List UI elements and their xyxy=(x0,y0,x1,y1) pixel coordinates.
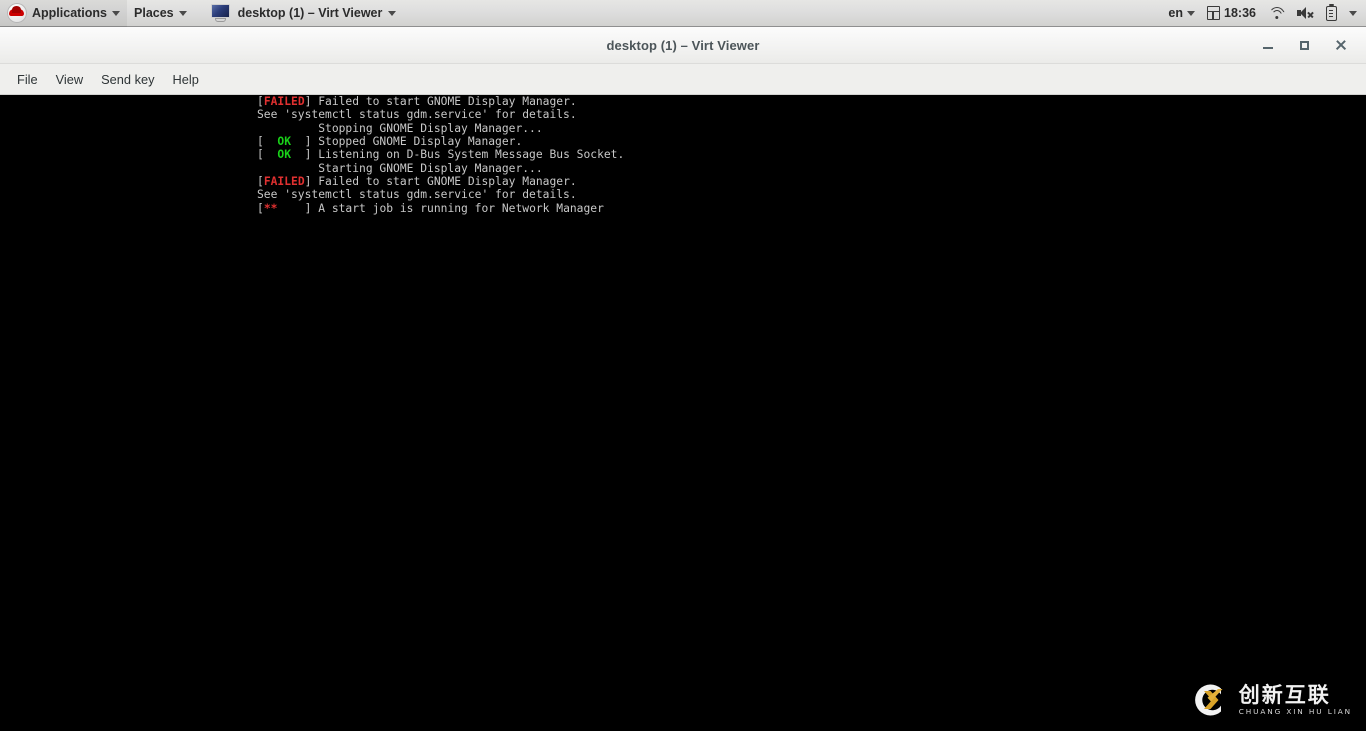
console-segment: Stopping GNOME Display Manager... xyxy=(257,121,543,135)
console-segment: [ xyxy=(257,201,264,215)
console-segment: [ xyxy=(257,175,264,189)
calendar-icon xyxy=(1207,6,1221,20)
tray-battery[interactable] xyxy=(1321,0,1342,27)
console-segment: See 'systemctl status gdm.service' for d… xyxy=(257,188,577,202)
tray-language-indicator[interactable]: en xyxy=(1163,0,1200,27)
console-line: [** ] A start job is running for Network… xyxy=(257,202,624,215)
gnome-top-panel: Applications Places desktop (1) – Virt V… xyxy=(0,0,1366,27)
tray-language-label: en xyxy=(1168,6,1184,20)
console-line: [ OK ] Listening on D-Bus System Message… xyxy=(257,148,624,161)
console-segment: OK xyxy=(277,135,292,149)
tray-clock-label: 18:36 xyxy=(1224,6,1256,20)
chevron-down-icon xyxy=(112,10,121,16)
monitor-icon xyxy=(210,3,232,23)
watermark-text: 创新互联 CHUANG XIN HU LIAN xyxy=(1238,682,1352,716)
speaker-muted-icon xyxy=(1297,6,1314,20)
console-line: Starting GNOME Display Manager... xyxy=(257,162,624,175)
watermark-chinese: 创新互联 xyxy=(1238,682,1331,707)
menu-file[interactable]: File xyxy=(8,68,47,91)
console-line: See 'systemctl status gdm.service' for d… xyxy=(257,108,624,121)
maximize-icon[interactable] xyxy=(1296,36,1314,54)
chevron-down-icon xyxy=(178,10,187,16)
applications-menu[interactable]: Applications xyxy=(0,0,128,27)
system-tray: en 18:36 xyxy=(1163,0,1366,27)
window-title: desktop (1) – Virt Viewer xyxy=(606,37,760,53)
console-segment: ] Failed to start GNOME Display Manager. xyxy=(304,175,577,189)
close-icon[interactable] xyxy=(1332,36,1350,54)
wifi-icon xyxy=(1268,6,1285,20)
console-line: [ OK ] Stopped GNOME Display Manager. xyxy=(257,135,624,148)
taskbar-window-virt-viewer[interactable]: desktop (1) – Virt Viewer xyxy=(206,2,405,25)
console-segment: [ xyxy=(257,95,264,108)
minimize-icon[interactable] xyxy=(1260,36,1278,54)
menu-view[interactable]: View xyxy=(47,68,93,91)
console-segment: [ xyxy=(257,135,278,149)
cx-logo-icon xyxy=(1188,679,1230,721)
watermark-pinyin: CHUANG XIN HU LIAN xyxy=(1238,706,1352,716)
console-line: [FAILED] Failed to start GNOME Display M… xyxy=(257,95,624,108)
window-controls xyxy=(1260,36,1366,54)
tray-clock[interactable]: 18:36 xyxy=(1202,0,1261,27)
console-line: Stopping GNOME Display Manager... xyxy=(257,122,624,135)
chevron-down-icon xyxy=(1349,10,1357,16)
console-segment: ] Stopped GNOME Display Manager. xyxy=(291,135,523,149)
console-segment: FAILED xyxy=(263,95,305,108)
tray-system-menu[interactable] xyxy=(1344,0,1362,27)
console-segment: FAILED xyxy=(263,175,305,189)
watermark: 创新互联 CHUANG XIN HU LIAN xyxy=(1188,679,1352,721)
tray-network[interactable] xyxy=(1263,0,1290,27)
redhat-icon xyxy=(7,3,27,23)
console-line: [FAILED] Failed to start GNOME Display M… xyxy=(257,175,624,188)
console-segment: ] Failed to start GNOME Display Manager. xyxy=(304,95,577,108)
taskbar-window-label: desktop (1) – Virt Viewer xyxy=(237,6,383,20)
places-menu-label: Places xyxy=(134,6,174,20)
console-segment: ] A start job is running for Network Man… xyxy=(277,201,604,215)
menubar: File View Send key Help xyxy=(0,64,1366,95)
battery-icon xyxy=(1326,3,1337,21)
menu-send-key[interactable]: Send key xyxy=(92,68,163,91)
console-segment: Starting GNOME Display Manager... xyxy=(257,161,543,175)
console-segment: OK xyxy=(277,148,292,162)
applications-menu-label: Applications xyxy=(32,6,108,20)
chevron-down-icon xyxy=(388,10,397,16)
chevron-down-icon xyxy=(1187,10,1196,16)
vm-console-display[interactable]: [FAILED] Failed to start GNOME Display M… xyxy=(0,95,1366,731)
console-output: [FAILED] Failed to start GNOME Display M… xyxy=(257,95,624,215)
console-segment: ] Listening on D-Bus System Message Bus … xyxy=(291,148,625,162)
console-segment: [ xyxy=(257,148,278,162)
tray-volume[interactable] xyxy=(1292,0,1319,27)
console-segment: ** xyxy=(263,201,278,215)
virt-viewer-window: desktop (1) – Virt Viewer File View Send… xyxy=(0,27,1366,731)
console-line: See 'systemctl status gdm.service' for d… xyxy=(257,188,624,201)
console-segment: See 'systemctl status gdm.service' for d… xyxy=(257,108,577,122)
places-menu[interactable]: Places xyxy=(127,0,194,27)
window-titlebar[interactable]: desktop (1) – Virt Viewer xyxy=(0,27,1366,64)
menu-help[interactable]: Help xyxy=(164,68,208,91)
